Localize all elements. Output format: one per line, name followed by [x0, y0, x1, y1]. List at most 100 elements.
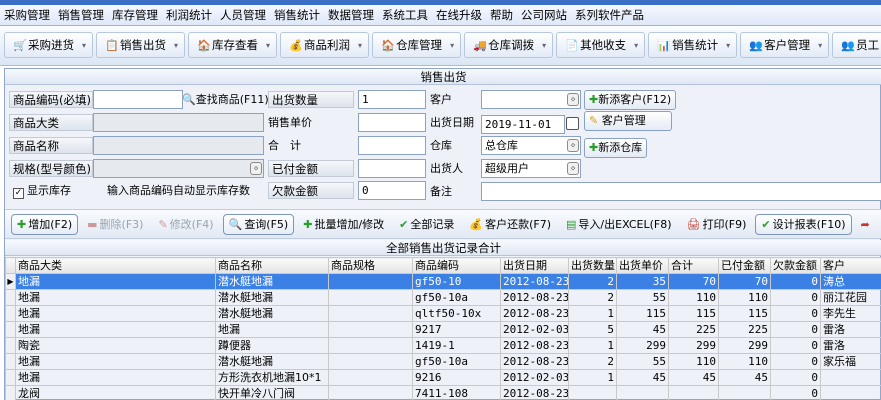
- chevron-down-icon[interactable]: ◇: [567, 162, 579, 175]
- action-label: 增加(F2): [28, 218, 73, 231]
- chevron-down-icon[interactable]: ▾: [726, 41, 730, 50]
- menu-inventory[interactable]: 库存管理: [108, 5, 162, 26]
- column-header[interactable]: 欠款金额: [770, 257, 821, 274]
- chevron-down-icon[interactable]: ▾: [82, 41, 86, 50]
- chevron-down-icon[interactable]: ▾: [358, 41, 362, 50]
- chevron-down-icon[interactable]: ▾: [818, 41, 822, 50]
- chevron-down-icon[interactable]: ▾: [542, 41, 546, 50]
- chevron-down-icon[interactable]: ▾: [266, 41, 270, 50]
- spec-select[interactable]: ◇: [93, 159, 264, 178]
- column-header[interactable]: 出货单价: [616, 257, 669, 274]
- transfer-icon: 🚚: [473, 38, 487, 52]
- menu-upgrade[interactable]: 在线升级: [432, 5, 486, 26]
- column-header[interactable]: 商品名称: [215, 257, 329, 274]
- paid-input[interactable]: [358, 159, 426, 178]
- chevron-down-icon[interactable]: ◇: [250, 162, 262, 175]
- table-row[interactable]: 地漏 潜水艇地漏 qltf50-10x 2012-08-23 1 115 115 115 0 李先…: [5, 305, 881, 322]
- column-header[interactable]: 商品大类: [15, 257, 216, 274]
- toolbar-button-2[interactable]: 🏠 库存查看 ▾: [188, 32, 278, 58]
- action-button-3[interactable]: 🔍 查询(F5): [222, 214, 295, 235]
- toolbar-button-6[interactable]: 📄 其他收支 ▾: [556, 32, 646, 58]
- table-cell: 0: [770, 305, 821, 322]
- column-header[interactable]: 出货日期: [500, 257, 569, 274]
- menu-products[interactable]: 系列软件产品: [571, 5, 648, 26]
- date-checkbox[interactable]: [566, 117, 579, 130]
- table-cell: 陶瓷: [15, 337, 216, 354]
- toolbar-button-0[interactable]: 🛒 采购进货 ▾: [4, 32, 94, 58]
- add-customer-button[interactable]: ✚新添客户(F12): [584, 90, 677, 110]
- customer-manage-button[interactable]: ✎ 客户管理: [584, 111, 672, 131]
- chevron-down-icon[interactable]: ◇: [567, 93, 579, 106]
- find-product-label: 查找商品(F11): [195, 93, 269, 106]
- toolbar-button-9[interactable]: 👥 员工: [832, 32, 881, 58]
- menu-tools[interactable]: 系统工具: [378, 5, 432, 26]
- column-header[interactable]: 商品规格: [328, 257, 413, 274]
- action-button-10[interactable]: ➦: [855, 214, 878, 235]
- column-header[interactable]: 商品编码: [412, 257, 501, 274]
- toolbar-button-4[interactable]: 🏠 仓库管理 ▾: [372, 32, 462, 58]
- product-code-input[interactable]: [93, 90, 183, 109]
- warehouse-select[interactable]: 总仓库 ◇: [481, 136, 581, 155]
- table-row[interactable]: 地漏 潜水艇地漏 gf50-10a 2012-08-23 2 55 110 110 0 家乐福: [5, 353, 881, 370]
- column-header[interactable]: 出货数量: [568, 257, 617, 274]
- cart-icon: 🛒: [13, 38, 27, 52]
- action-button-9[interactable]: ✔ 设计报表(F10): [755, 214, 852, 235]
- table-cell: 35: [616, 273, 669, 290]
- ship-date-input[interactable]: 2019-11-01: [481, 115, 565, 134]
- owed-input[interactable]: 0: [358, 181, 426, 200]
- column-header[interactable]: 已付金额: [718, 257, 771, 274]
- action-button-6[interactable]: 💰 客户还款(F7): [463, 214, 557, 235]
- menu-staff[interactable]: 人员管理: [216, 5, 270, 26]
- action-button-8[interactable]: 🖨 打印(F9): [680, 214, 752, 235]
- menu-data[interactable]: 数据管理: [324, 5, 378, 26]
- table-row[interactable]: 地漏 潜水艇地漏 gf50-10a 2012-08-23 2 55 110 110 0 丽江花园: [5, 289, 881, 306]
- chevron-down-icon[interactable]: ▾: [450, 41, 454, 50]
- menu-help[interactable]: 帮助: [486, 5, 517, 26]
- menu-website[interactable]: 公司网站: [517, 5, 571, 26]
- action-button-7[interactable]: ▤ 导入/出EXCEL(F8): [560, 214, 677, 235]
- toolbar-button-5[interactable]: 🚚 仓库调拨 ▾: [464, 32, 554, 58]
- chevron-down-icon[interactable]: ▾: [174, 41, 178, 50]
- menu-sales[interactable]: 销售管理: [54, 5, 108, 26]
- table-cell: 快开单冷八门阀: [215, 385, 329, 400]
- table-cell: [328, 321, 413, 338]
- shipper-select[interactable]: 超级用户 ◇: [481, 159, 581, 178]
- table-row[interactable]: 陶瓷 蹲便器 1419-1 2012-08-23 1 299 299 299 0 雷洛: [5, 337, 881, 354]
- table-cell: 潜水艇地漏: [215, 353, 329, 370]
- show-stock-checkbox[interactable]: ✓ 显示库存: [13, 182, 71, 199]
- table-row[interactable]: 地漏 地漏 9217 2012-02-03 5 45 225 225 0 雷洛: [5, 321, 881, 338]
- toolbar-button-1[interactable]: 📋 销售出货 ▾: [96, 32, 186, 58]
- customer-select[interactable]: ◇: [481, 90, 581, 109]
- chevron-down-icon[interactable]: ◇: [567, 139, 579, 152]
- add-warehouse-button[interactable]: ✚新添仓库: [584, 138, 648, 158]
- toolbar-button-8[interactable]: 👥 客户管理 ▾: [740, 32, 830, 58]
- ship-qty-input[interactable]: 1: [358, 90, 426, 109]
- column-header[interactable]: 客户: [820, 257, 881, 274]
- menu-purchase[interactable]: 采购管理: [0, 5, 54, 26]
- menu-profit[interactable]: 利润统计: [162, 5, 216, 26]
- toolbar-button-3[interactable]: 💰 商品利润 ▾: [280, 32, 370, 58]
- action-button-1[interactable]: ▬ 删除(F3): [81, 214, 149, 235]
- table-cell: 地漏: [15, 305, 216, 322]
- chevron-down-icon[interactable]: ▾: [634, 41, 638, 50]
- table-row[interactable]: 龙阀 快开单冷八门阀 7411-108 2012-08-23 0: [5, 385, 881, 400]
- category-input[interactable]: [93, 113, 264, 132]
- main-toolbar: 🛒 采购进货 ▾ 📋 销售出货 ▾ 🏠 库存查看 ▾ 💰 商品利润 ▾ 🏠 仓库管理 ▾ 🚚 仓库调拨 ▾ 📄 其他收…: [0, 26, 881, 66]
- action-button-4[interactable]: ✚ 批量增加/修改: [297, 214, 390, 235]
- table-row[interactable]: 地漏 方形洗衣机地漏10*1 9216 2012-02-03 1 45 45 45 0: [5, 369, 881, 386]
- product-name-input[interactable]: [93, 136, 264, 155]
- total-input[interactable]: [358, 136, 426, 155]
- action-button-0[interactable]: ✚ 增加(F2): [11, 214, 79, 235]
- toolbar-button-7[interactable]: 📊 销售统计 ▾: [648, 32, 738, 58]
- column-header[interactable]: 合计: [668, 257, 719, 274]
- find-product-button[interactable]: 🔍查找商品(F11): [182, 91, 269, 108]
- unit-price-input[interactable]: [358, 113, 426, 132]
- table-row[interactable]: ▶ 地漏 潜水艇地漏 gf50-10 2012-08-23 2 35 70 70 0 涛总: [5, 273, 881, 290]
- menu-sales-stats[interactable]: 销售统计: [270, 5, 324, 26]
- remark-input[interactable]: [481, 182, 881, 201]
- table-cell: [820, 369, 881, 386]
- row-indicator: [5, 337, 16, 354]
- action-button-5[interactable]: ✔ 全部记录: [393, 214, 460, 235]
- table-cell: 110: [668, 353, 719, 370]
- action-button-2[interactable]: ✎ 修改(F4): [152, 214, 219, 235]
